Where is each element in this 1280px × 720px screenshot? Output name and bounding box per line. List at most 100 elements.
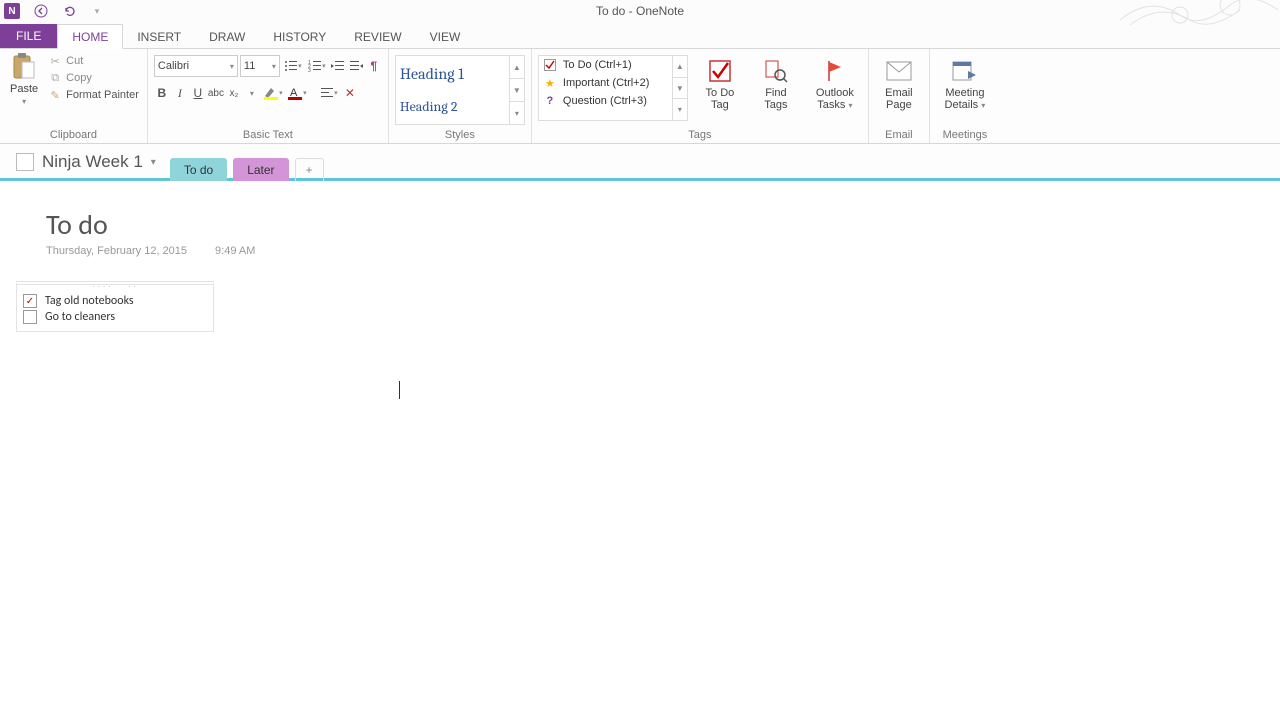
numbering-button[interactable]: 123▾: [306, 56, 328, 76]
flag-icon: [821, 57, 849, 85]
paste-icon: [10, 53, 38, 81]
tags-scroll-down[interactable]: ▼: [673, 77, 687, 99]
tag-question[interactable]: ? Question (Ctrl+3): [539, 92, 687, 110]
svg-text:3: 3: [308, 68, 311, 73]
qat-customize[interactable]: ▾: [90, 4, 104, 18]
tab-view[interactable]: VIEW: [416, 25, 475, 48]
todo-item-0[interactable]: ✓ Tag old notebooks: [23, 293, 207, 309]
page-meta: Thursday, February 12, 2015 9:49 AM: [46, 245, 255, 257]
paste-button[interactable]: Paste▾: [6, 51, 42, 109]
page-title[interactable]: To do: [46, 207, 108, 242]
meeting-details-button[interactable]: Meeting Details ▾: [936, 55, 994, 113]
tag-question-label: Question (Ctrl+3): [563, 95, 647, 107]
todo-tag-label: To Do Tag: [700, 87, 740, 111]
todo-text-1[interactable]: Go to cleaners: [45, 310, 115, 324]
styles-scroll-down[interactable]: ▼: [510, 78, 524, 101]
title-bar: N ▾ To do - OneNote: [0, 0, 1280, 22]
copy-button[interactable]: ⧉ Copy: [46, 70, 141, 86]
bullets-button[interactable]: ▾: [282, 56, 304, 76]
group-styles-label: Styles: [395, 128, 525, 143]
clear-formatting-button[interactable]: ✕: [342, 83, 358, 103]
tab-review[interactable]: REVIEW: [340, 25, 415, 48]
group-styles: Heading 1 Heading 2 ▲ ▼ ▾ Styles: [389, 49, 532, 143]
strikethrough-button[interactable]: abc: [208, 83, 224, 103]
todo-text-0[interactable]: Tag old notebooks: [45, 294, 134, 308]
paste-label: Paste: [10, 83, 38, 95]
question-icon: ?: [543, 94, 557, 108]
styles-expand[interactable]: ▾: [510, 101, 524, 124]
cut-button[interactable]: ✂ Cut: [46, 53, 141, 69]
underline-button[interactable]: U: [190, 83, 206, 103]
format-painter-label: Format Painter: [66, 89, 139, 101]
todo-item-1[interactable]: Go to cleaners: [23, 309, 207, 325]
todo-checkbox-0[interactable]: ✓: [23, 294, 37, 308]
align-button[interactable]: ▾: [318, 83, 340, 103]
tab-history[interactable]: HISTORY: [259, 25, 340, 48]
style-heading2[interactable]: Heading 2: [400, 98, 520, 115]
group-meetings: Meeting Details ▾ Meetings: [930, 49, 1000, 143]
section-tabs-row: Ninja Week 1 ▾ To do Later +: [0, 144, 1280, 181]
font-select[interactable]: Calibri▾: [154, 55, 238, 77]
styles-gallery[interactable]: Heading 1 Heading 2 ▲ ▼ ▾: [395, 55, 525, 125]
subscript-dropdown[interactable]: ▾: [244, 83, 260, 103]
group-meetings-label: Meetings: [936, 128, 994, 143]
notebook-picker[interactable]: Ninja Week 1 ▾: [8, 148, 164, 178]
copy-icon: ⧉: [48, 71, 62, 85]
font-size: 11: [244, 60, 255, 72]
italic-button[interactable]: I: [172, 83, 188, 103]
tag-important[interactable]: ★Important (Ctrl+2): [539, 74, 687, 92]
tags-scroll-up[interactable]: ▲: [673, 56, 687, 77]
todo-checkbox-1[interactable]: [23, 310, 37, 324]
style-heading1[interactable]: Heading 1: [400, 65, 520, 83]
group-tags-label: Tags: [538, 128, 862, 143]
outlook-tasks-button[interactable]: Outlook Tasks ▾: [808, 55, 862, 113]
page-canvas[interactable]: To do Thursday, February 12, 2015 9:49 A…: [0, 181, 1280, 720]
copy-label: Copy: [66, 72, 92, 84]
styles-scroll-up[interactable]: ▲: [510, 56, 524, 78]
undo-button[interactable]: [62, 4, 76, 18]
outlook-tasks-label: Outlook Tasks ▾: [812, 87, 858, 111]
subscript-button[interactable]: x₂: [226, 83, 242, 103]
note-container[interactable]: ···· ·· ✓ Tag old notebooks Go to cleane…: [16, 281, 214, 332]
indent-button[interactable]: [348, 56, 364, 76]
tab-draw[interactable]: DRAW: [195, 25, 259, 48]
back-button[interactable]: [34, 4, 48, 18]
tag-todo[interactable]: To Do (Ctrl+1): [539, 56, 687, 74]
format-painter-button[interactable]: ✎Format Painter: [46, 87, 141, 103]
tab-home[interactable]: HOME: [57, 24, 123, 49]
todo-tag-button[interactable]: To Do Tag: [696, 55, 744, 113]
ribbon: Paste▾ ✂Cut ⧉Copy ✎Format Painter Clipbo…: [0, 49, 1280, 144]
checkbox-icon: [543, 58, 557, 72]
tag-important-label: Important (Ctrl+2): [563, 77, 650, 89]
todo-tag-icon: [706, 57, 734, 85]
cut-label: Cut: [66, 55, 83, 67]
page-time: 9:49 AM: [215, 245, 255, 257]
section-tab-later[interactable]: Later: [233, 158, 288, 181]
outdent-button[interactable]: [330, 56, 346, 76]
tab-insert[interactable]: INSERT: [123, 25, 195, 48]
tags-expand[interactable]: ▾: [673, 98, 687, 120]
group-clipboard-label: Clipboard: [6, 128, 141, 143]
email-page-label: Email Page: [879, 87, 919, 111]
find-tags-label: Find Tags: [756, 87, 796, 111]
group-email-label: Email: [875, 128, 923, 143]
tab-file[interactable]: FILE: [0, 24, 57, 48]
highlight-button[interactable]: ▾: [262, 83, 284, 103]
find-tags-icon: [762, 57, 790, 85]
section-tab-todo[interactable]: To do: [170, 158, 227, 181]
cut-icon: ✂: [48, 54, 62, 68]
font-size-select[interactable]: 11▾: [240, 55, 280, 77]
find-tags-button[interactable]: Find Tags: [752, 55, 800, 113]
ribbon-tabs: FILE HOME INSERT DRAW HISTORY REVIEW VIE…: [0, 22, 1280, 49]
bold-button[interactable]: B: [154, 83, 170, 103]
tags-gallery[interactable]: To Do (Ctrl+1) ★Important (Ctrl+2) ? Ques…: [538, 55, 688, 121]
group-tags: To Do (Ctrl+1) ★Important (Ctrl+2) ? Ques…: [532, 49, 869, 143]
group-email: Email Page Email: [869, 49, 930, 143]
group-basic-text: Calibri▾ 11▾ ▾ 123▾ ¶ B I U abc x₂ ▾ ▾ A: [148, 49, 389, 143]
email-page-button[interactable]: Email Page: [875, 55, 923, 113]
meeting-icon: [951, 57, 979, 85]
font-color-button[interactable]: A▾: [286, 83, 308, 103]
paragraph-direction-button[interactable]: ¶: [366, 56, 382, 76]
section-tab-add[interactable]: +: [295, 158, 324, 181]
window-title: To do - OneNote: [0, 4, 1280, 18]
